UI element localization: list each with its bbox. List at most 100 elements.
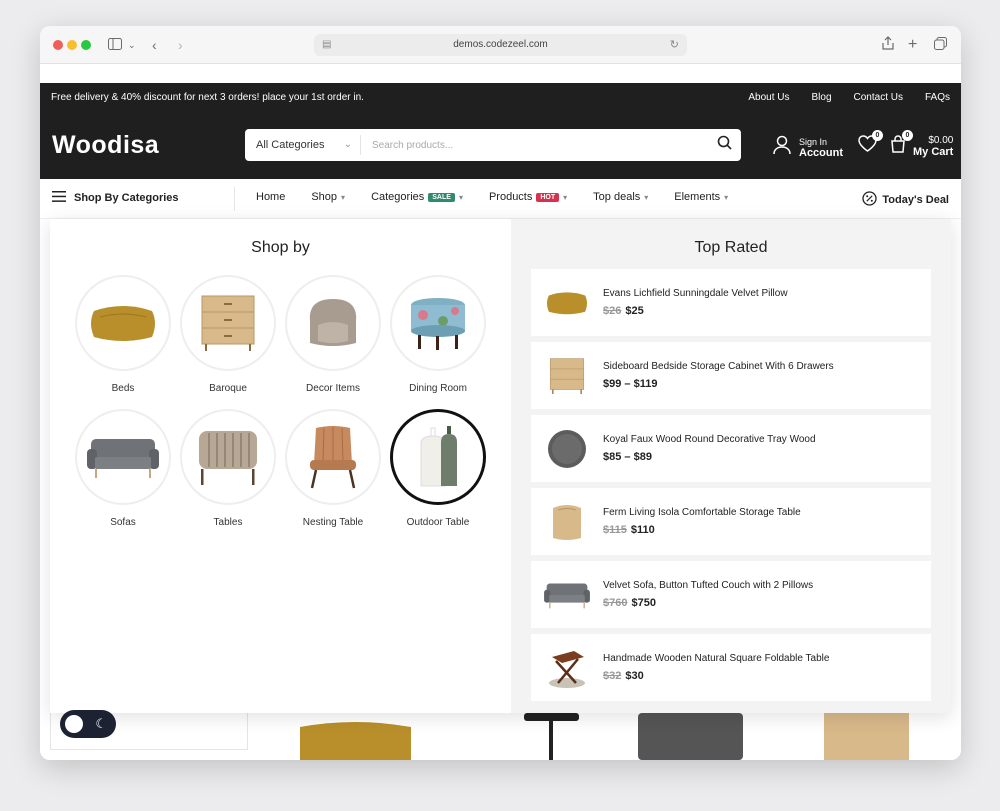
category-image	[75, 275, 171, 371]
category-image	[75, 409, 171, 505]
pillow-icon	[547, 291, 587, 314]
todays-deal-link[interactable]: Today's Deal	[862, 191, 949, 209]
category-tables[interactable]: Tables	[180, 409, 276, 528]
browser-window: ⌄ ‹ › ▤ demos.codezeel.com ↻ + Free deli…	[40, 26, 961, 760]
product-name[interactable]: Koyal Faux Wood Round Decorative Tray Wo…	[603, 434, 816, 445]
category-label: Sofas	[110, 517, 136, 528]
product-price: $25	[625, 305, 644, 317]
contact-us-link[interactable]: Contact Us	[854, 92, 903, 103]
product-price: $85 – $89	[603, 451, 652, 463]
product-row[interactable]: Velvet Sofa, Button Tufted Couch with 2 …	[531, 561, 931, 628]
product-name[interactable]: Velvet Sofa, Button Tufted Couch with 2 …	[603, 580, 813, 591]
nav-item-categories[interactable]: Categories SALE ▾	[371, 191, 463, 203]
reload-icon[interactable]: ↻	[670, 34, 679, 56]
account-label: Account	[799, 146, 843, 159]
category-outdoor-table[interactable]: Outdoor Table	[390, 409, 486, 528]
faqs-link[interactable]: FAQs	[925, 92, 950, 103]
category-sofas[interactable]: Sofas	[75, 409, 171, 528]
search-category-select[interactable]: All Categories ⌄	[245, 135, 361, 155]
category-image	[180, 409, 276, 505]
category-nesting-table[interactable]: Nesting Table	[285, 409, 381, 528]
address-bar[interactable]: ▤ demos.codezeel.com ↻	[314, 34, 687, 56]
category-label: Dining Room	[409, 383, 467, 394]
category-decor-items[interactable]: Decor Items	[285, 275, 381, 394]
forward-icon[interactable]: ›	[178, 36, 183, 54]
category-dining-room[interactable]: Dining Room	[390, 275, 486, 394]
page-top-gap	[40, 64, 961, 83]
category-beds[interactable]: Beds	[75, 275, 171, 394]
nav-item-label: Elements	[674, 191, 721, 203]
lamp-image	[524, 713, 579, 760]
product-thumb	[531, 647, 603, 689]
product-old-price: $32	[603, 670, 622, 682]
product-name[interactable]: Ferm Living Isola Comfortable Storage Ta…	[603, 507, 801, 518]
category-label: Baroque	[209, 383, 247, 394]
product-row[interactable]: Handmade Wooden Natural Square Foldable …	[531, 634, 931, 701]
stool-icon	[553, 504, 581, 540]
chevron-down-icon[interactable]: ⌄	[128, 36, 136, 54]
maximize-window-button[interactable]	[81, 40, 91, 50]
product-row[interactable]: Koyal Faux Wood Round Decorative Tray Wo…	[531, 415, 931, 482]
back-icon[interactable]: ‹	[152, 36, 157, 54]
nav-menu: Home Shop ▾ Categories SALE ▾ Products HOT ▾ …	[256, 191, 728, 203]
cart-count-badge: 0	[902, 130, 913, 141]
product-thumb	[531, 357, 603, 395]
site-logo[interactable]: Woodisa	[52, 131, 244, 160]
close-window-button[interactable]	[53, 40, 63, 50]
nav-item-products[interactable]: Products HOT ▾	[489, 191, 567, 203]
category-label: Nesting Table	[302, 517, 364, 528]
armchair-round-icon	[309, 299, 357, 346]
category-baroque[interactable]: Baroque	[180, 275, 276, 394]
product-thumb	[531, 429, 603, 469]
product-thumb	[531, 581, 603, 609]
cart-label: My Cart	[913, 146, 954, 158]
side-table-icon	[549, 650, 585, 688]
product-row[interactable]: Ferm Living Isola Comfortable Storage Ta…	[531, 488, 931, 555]
product-price: $750	[631, 597, 656, 609]
nav-item-home[interactable]: Home	[256, 191, 285, 203]
category-label: Beds	[111, 383, 135, 394]
shop-by-title: Shop by	[251, 239, 310, 256]
nav-item-top-deals[interactable]: Top deals ▾	[593, 191, 648, 203]
product-row[interactable]: Evans Lichfield Sunningdale Velvet Pillo…	[531, 269, 931, 336]
product-name[interactable]: Handmade Wooden Natural Square Foldable …	[603, 653, 829, 664]
product-name[interactable]: Evans Lichfield Sunningdale Velvet Pillo…	[603, 288, 788, 299]
browser-toolbar: ⌄ ‹ › ▤ demos.codezeel.com ↻ +	[40, 26, 961, 64]
share-icon[interactable]	[882, 36, 894, 54]
discount-icon	[862, 191, 878, 209]
top-links: About Us Blog Contact Us FAQs	[748, 92, 950, 103]
sidebar-icon[interactable]	[108, 36, 122, 54]
search-icon[interactable]	[707, 135, 741, 155]
category-image	[180, 275, 276, 371]
chevron-down-icon: ▾	[563, 192, 568, 202]
cart-icon: 0	[889, 130, 913, 158]
shop-by-panel: Shop by Beds Baroque Decor Items Dining …	[50, 219, 511, 713]
cart-button[interactable]: 0 $0.00 My Cart	[889, 130, 954, 158]
bottles-icon	[420, 426, 457, 487]
nav-item-shop[interactable]: Shop ▾	[311, 191, 345, 203]
chevron-down-icon: ⌄	[343, 139, 352, 150]
category-image	[285, 275, 381, 371]
search-input[interactable]	[361, 139, 707, 151]
product-row[interactable]: Sideboard Bedside Storage Cabinet With 6…	[531, 342, 931, 409]
category-grid: Beds Baroque Decor Items Dining Room Sof…	[50, 257, 511, 528]
ottoman-icon	[411, 298, 465, 350]
about-us-link[interactable]: About Us	[748, 92, 789, 103]
new-tab-icon[interactable]: +	[908, 36, 917, 54]
minimize-window-button[interactable]	[67, 40, 77, 50]
shop-by-categories-button[interactable]: Shop By Categories	[52, 191, 179, 205]
blog-link[interactable]: Blog	[812, 92, 832, 103]
chair-image	[638, 713, 743, 760]
wishlist-button[interactable]: 0	[858, 130, 883, 157]
storage-table-image	[824, 713, 909, 760]
product-old-price: $26	[603, 305, 622, 317]
nav-item-elements[interactable]: Elements ▾	[674, 191, 728, 203]
tabs-overview-icon[interactable]	[934, 36, 947, 54]
sign-in-label: Sign In	[799, 136, 828, 147]
account-link[interactable]: Sign In Account	[773, 135, 843, 160]
dark-mode-toggle[interactable]: ☾	[60, 710, 116, 738]
product-thumb	[531, 502, 603, 542]
product-name[interactable]: Sideboard Bedside Storage Cabinet With 6…	[603, 361, 834, 372]
pillow-image	[300, 722, 411, 760]
top-bar: Free delivery & 40% discount for next 3 …	[40, 83, 961, 111]
